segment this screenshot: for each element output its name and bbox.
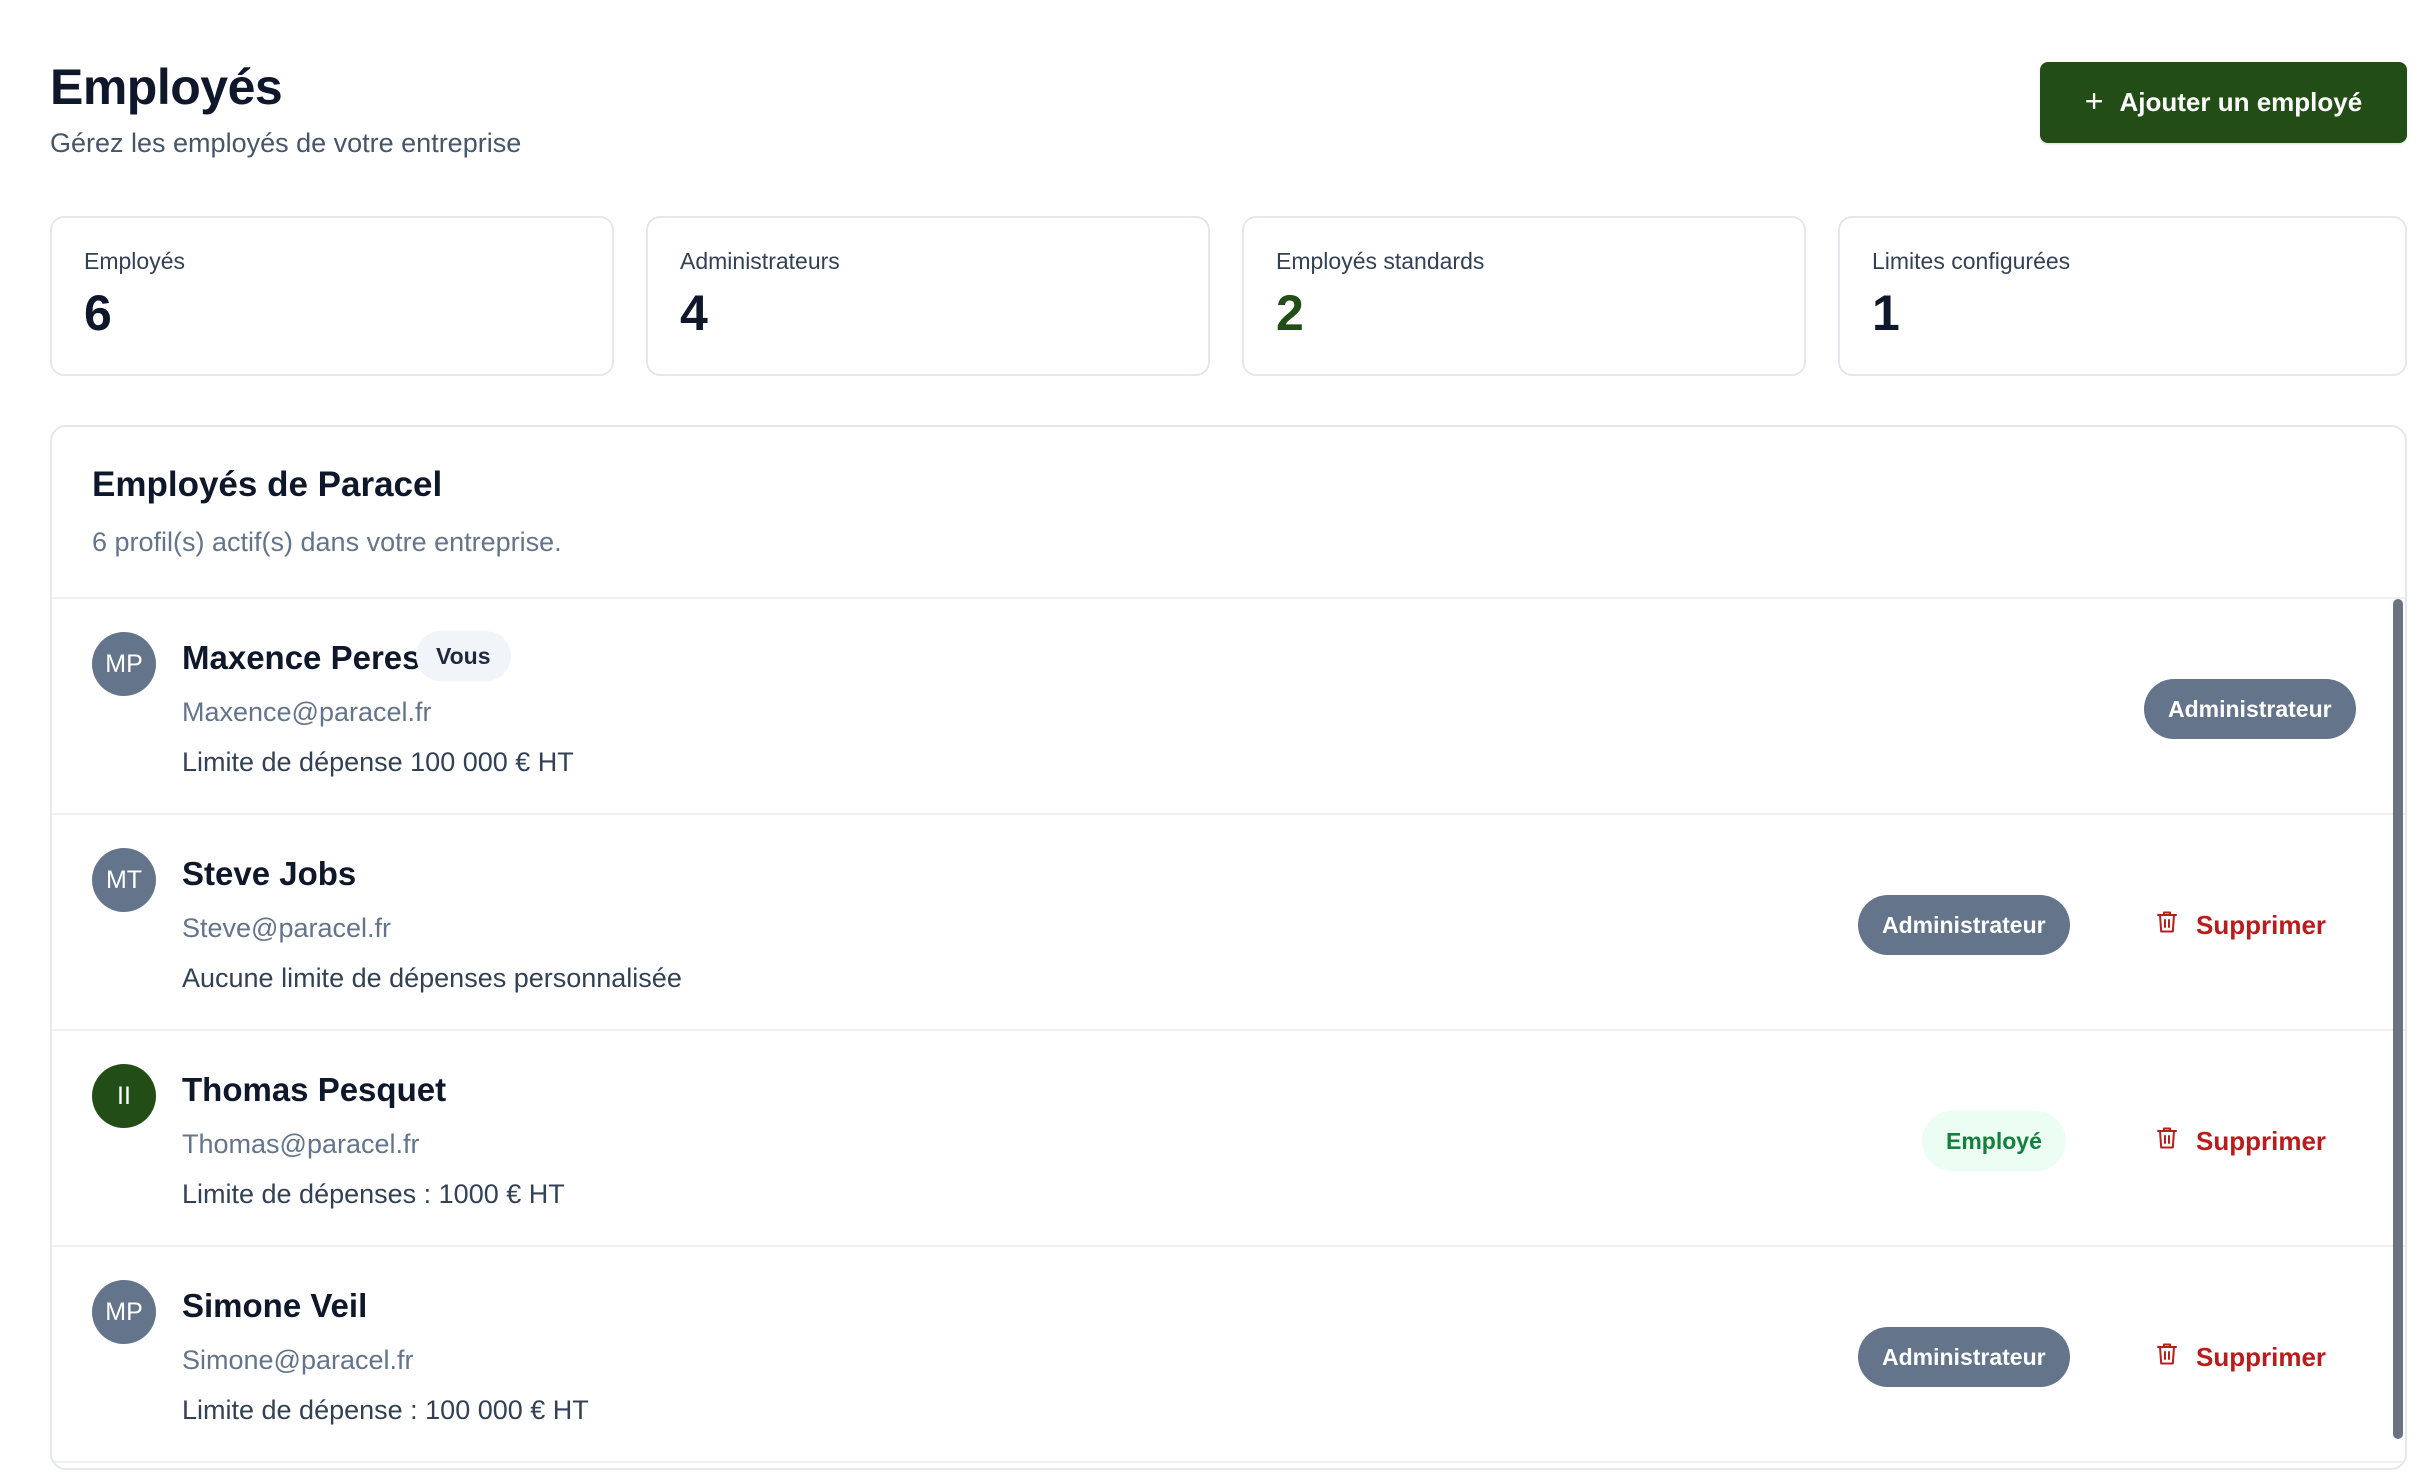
employee-email: Maxence@paracel.fr [182, 697, 432, 727]
employee-name: Maxence Peres [182, 639, 421, 676]
stat-value: 2 [1276, 285, 1304, 341]
delete-employee-button[interactable]: Supprimer [2132, 1111, 2350, 1171]
employee-name: Steve Jobs [182, 855, 357, 892]
delete-label: Supprimer [2196, 1341, 2327, 1372]
trash-icon [2156, 1342, 2178, 1373]
scrollbar-thumb[interactable] [2393, 599, 2403, 1439]
delete-label: Supprimer [2196, 909, 2327, 940]
plus-icon: + [2084, 82, 2104, 119]
employee-email: Thomas@paracel.fr [182, 1129, 420, 1159]
panel-description: 6 profil(s) actif(s) dans votre entrepri… [92, 527, 562, 557]
delete-label: Supprimer [2196, 1125, 2327, 1156]
you-badge: Vous [416, 631, 511, 681]
stat-card-employees: Employés 6 [50, 216, 614, 376]
employee-row: MT Steve Jobs Steve@paracel.fr Aucune li… [52, 815, 2405, 1031]
avatar: MT [92, 848, 156, 912]
page-subtitle: Gérez les employés de votre entreprise [50, 128, 522, 158]
stat-label: Administrateurs [680, 248, 840, 274]
add-employee-button[interactable]: + Ajouter un employé [2040, 62, 2407, 143]
stat-card-configured-limits: Limites configurées 1 [1838, 216, 2407, 376]
page-title: Employés [50, 59, 283, 115]
delete-employee-button[interactable]: Supprimer [2132, 1327, 2350, 1387]
avatar: II [92, 1064, 156, 1128]
employee-name: Thomas Pesquet [182, 1071, 447, 1108]
employee-spending-limit: Limite de dépense : 100 000 € HT [182, 1395, 589, 1425]
employee-email: Steve@paracel.fr [182, 913, 391, 943]
employee-spending-limit: Limite de dépenses : 1000 € HT [182, 1179, 565, 1209]
stat-card-standard-employees: Employés standards 2 [1242, 216, 1806, 376]
stat-value: 1 [1872, 285, 1900, 341]
employee-list[interactable]: MP Maxence Peres Vous Maxence@paracel.fr… [52, 597, 2405, 1463]
delete-employee-button[interactable]: Supprimer [2132, 895, 2350, 955]
stat-label: Employés standards [1276, 248, 1485, 274]
employee-spending-limit: Limite de dépense 100 000 € HT [182, 747, 574, 777]
stat-value: 4 [680, 285, 708, 341]
employee-spending-limit: Aucune limite de dépenses personnalisée [182, 963, 682, 993]
role-badge: Administrateur [1858, 1327, 2070, 1387]
stat-card-administrators: Administrateurs 4 [646, 216, 1210, 376]
employee-email: Simone@paracel.fr [182, 1345, 414, 1375]
role-badge: Administrateur [1858, 895, 2070, 955]
employee-row: MP Simone Veil Simone@paracel.fr Limite … [52, 1247, 2405, 1463]
trash-icon [2156, 910, 2178, 941]
panel-title: Employés de Paracel [92, 465, 443, 504]
employee-row: MP Maxence Peres Vous Maxence@paracel.fr… [52, 599, 2405, 815]
employees-page: Employés Gérez les employés de votre ent… [0, 0, 2426, 1476]
stat-value: 6 [84, 285, 112, 341]
avatar: MP [92, 1280, 156, 1344]
stat-label: Employés [84, 248, 185, 274]
employee-row: II Thomas Pesquet Thomas@paracel.fr Limi… [52, 1031, 2405, 1247]
role-badge: Administrateur [2144, 679, 2356, 739]
employees-panel: Employés de Paracel 6 profil(s) actif(s)… [50, 425, 2407, 1470]
trash-icon [2156, 1126, 2178, 1157]
scrollbar[interactable] [2391, 597, 2403, 1457]
avatar: MP [92, 632, 156, 696]
employee-name: Simone Veil [182, 1287, 368, 1324]
stat-label: Limites configurées [1872, 248, 2071, 274]
role-badge: Employé [1922, 1111, 2066, 1171]
add-employee-label: Ajouter un employé [2119, 87, 2363, 117]
